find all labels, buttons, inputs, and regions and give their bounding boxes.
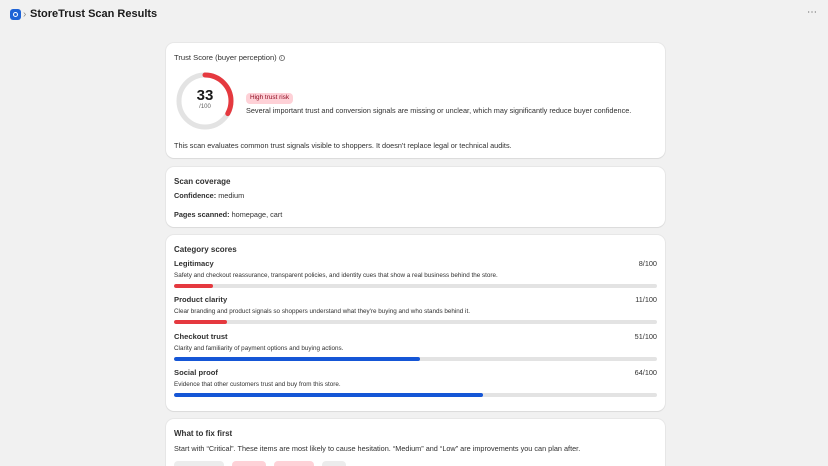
filter-chip-medium[interactable] (274, 461, 314, 466)
confidence-value: medium (216, 191, 245, 200)
pages-line: Pages scanned: homepage, cart (174, 210, 282, 219)
category-score: 64/100 (634, 368, 657, 377)
category-name: Social proof (174, 368, 218, 377)
category-desc: Safety and checkout reassurance, transpa… (174, 272, 498, 279)
pages-value: homepage, cart (229, 210, 283, 219)
category-progress-track (174, 357, 657, 361)
risk-summary: Several important trust and conversion s… (246, 106, 632, 115)
category-score: 8/100 (638, 259, 657, 268)
page-title: StoreTrust Scan Results (30, 8, 158, 20)
category-score: 11/100 (635, 295, 657, 304)
filter-chip-critical[interactable] (232, 461, 266, 466)
confidence-line: Confidence: medium (174, 191, 244, 200)
category-scores-card: Category scores Legitimacy 8/100 Safety … (166, 235, 665, 411)
risk-badge-wrap: High trust risk (246, 86, 294, 104)
chevron-right-icon: › (23, 9, 27, 20)
category-name: Legitimacy (174, 259, 214, 268)
category-desc: Clarity and familiarity of payment optio… (174, 345, 344, 352)
trust-score-label: Trust Score (buyer perception) (174, 53, 277, 62)
category-desc: Evidence that other customers trust and … (174, 381, 341, 388)
category-name: Product clarity (174, 295, 228, 304)
filter-chip-all[interactable] (174, 461, 224, 466)
scan-coverage-card: Scan coverage Confidence: medium Pages s… (166, 167, 665, 227)
trust-note: This scan evaluates common trust signals… (174, 141, 512, 150)
category-desc: Clear branding and product signals so sh… (174, 308, 470, 315)
trust-score-value: 33 (196, 87, 214, 104)
more-actions-button[interactable]: ⋯ (806, 8, 818, 20)
trust-score-max: /100 (199, 104, 211, 110)
trust-score-card: Trust Score (buyer perception) i 33 /100… (166, 43, 665, 158)
fix-first-title: What to fix first (174, 429, 233, 438)
category-progress-track (174, 284, 657, 288)
fix-first-card: What to fix first Start with “Critical”.… (166, 419, 665, 466)
info-icon[interactable]: i (278, 54, 285, 61)
fix-first-desc: Start with “Critical”. These items are m… (174, 444, 581, 453)
risk-badge: High trust risk (246, 92, 294, 104)
pages-label: Pages scanned: (174, 210, 230, 219)
category-progress-fill (174, 393, 484, 397)
app-icon[interactable] (10, 9, 21, 20)
category-score: 51/100 (634, 332, 657, 341)
trust-score-heading: Trust Score (buyer perception) i (174, 53, 285, 62)
category-progress-fill (174, 357, 421, 361)
category-progress-fill (174, 284, 213, 288)
category-progress-fill (174, 320, 228, 324)
category-progress-track (174, 393, 657, 397)
category-progress-track (174, 320, 657, 324)
scan-coverage-title: Scan coverage (174, 177, 231, 186)
top-bar: › StoreTrust Scan Results ⋯ (0, 0, 828, 30)
confidence-label: Confidence: (174, 191, 217, 200)
category-name: Checkout trust (174, 332, 228, 341)
filter-chip-low[interactable] (322, 461, 346, 466)
category-scores-title: Category scores (174, 245, 237, 254)
